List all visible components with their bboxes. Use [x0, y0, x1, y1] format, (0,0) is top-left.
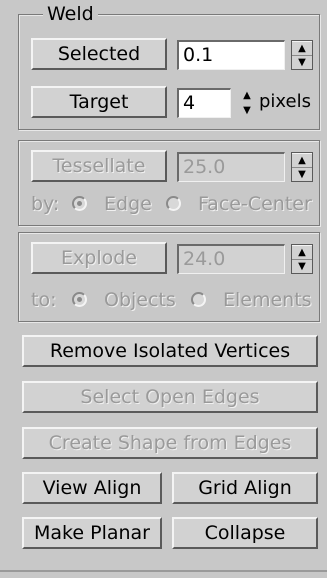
- spinner-up-icon[interactable]: ▲: [292, 153, 312, 167]
- grid-align-button[interactable]: Grid Align: [172, 472, 318, 504]
- spinner-up-icon[interactable]: ▲: [292, 41, 312, 55]
- select-open-edges-button[interactable]: Select Open Edges: [22, 381, 318, 413]
- explode-button[interactable]: Explode: [31, 242, 167, 274]
- tessellate-edge-radio[interactable]: [72, 196, 87, 211]
- explode-objects-radio[interactable]: [72, 292, 87, 307]
- explode-objects-label[interactable]: Objects: [104, 288, 176, 312]
- weld-selected-spinner[interactable]: ▲ ▼: [291, 40, 313, 70]
- tessellate-edge-label[interactable]: Edge: [104, 192, 152, 216]
- spinner-up-icon[interactable]: ▲: [236, 88, 258, 103]
- tessellate-tension-input[interactable]: 25.0: [177, 152, 285, 182]
- explode-angle-input[interactable]: 24.0: [177, 244, 285, 274]
- panel-bottom-divider: [0, 570, 327, 572]
- spinner-down-icon[interactable]: ▼: [292, 259, 312, 273]
- create-shape-from-edges-button[interactable]: Create Shape from Edges: [22, 427, 318, 459]
- weld-target-pixels-input[interactable]: 4: [177, 88, 231, 118]
- weld-target-button[interactable]: Target: [31, 86, 167, 118]
- tessellate-face-center-radio[interactable]: [166, 196, 181, 211]
- weld-selected-threshold-input[interactable]: 0.1: [177, 40, 285, 70]
- tessellate-by-label: by:: [31, 193, 60, 215]
- explode-elements-radio[interactable]: [191, 292, 206, 307]
- explode-elements-label[interactable]: Elements: [223, 288, 312, 312]
- explode-spinner[interactable]: ▲ ▼: [291, 244, 313, 274]
- weld-selected-button[interactable]: Selected: [31, 38, 167, 70]
- remove-isolated-vertices-button[interactable]: Remove Isolated Vertices: [22, 335, 318, 367]
- pixels-label: pixels: [259, 91, 311, 112]
- explode-to-label: to:: [31, 289, 57, 311]
- tessellate-face-center-label[interactable]: Face-Center: [198, 192, 312, 216]
- spinner-up-icon[interactable]: ▲: [292, 245, 312, 259]
- spinner-down-icon[interactable]: ▼: [292, 55, 312, 69]
- collapse-button[interactable]: Collapse: [172, 517, 318, 549]
- make-planar-button[interactable]: Make Planar: [22, 517, 162, 549]
- spinner-down-icon[interactable]: ▼: [236, 103, 258, 118]
- weld-group-title: Weld: [43, 3, 98, 25]
- tessellate-button[interactable]: Tessellate: [31, 150, 167, 182]
- weld-target-spinner[interactable]: ▲ ▼: [236, 88, 258, 118]
- view-align-button[interactable]: View Align: [22, 472, 162, 504]
- tessellate-spinner[interactable]: ▲ ▼: [291, 152, 313, 182]
- spinner-down-icon[interactable]: ▼: [292, 167, 312, 181]
